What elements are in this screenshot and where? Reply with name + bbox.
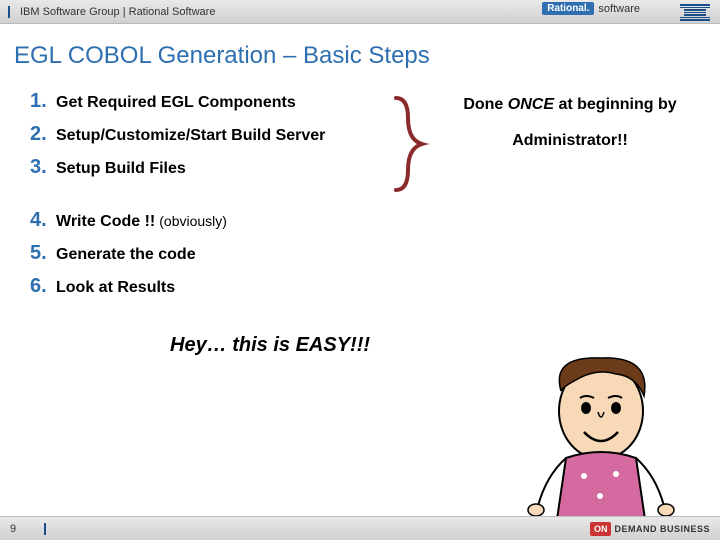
software-label: software [598, 3, 640, 15]
footer-tick-icon [44, 523, 46, 535]
step-item: Setup Build Files [30, 156, 720, 179]
rational-badge: Rational. software [542, 2, 640, 15]
content-area: Done ONCE at beginning by Administrator!… [0, 90, 720, 357]
page-title: EGL COBOL Generation – Basic Steps [0, 24, 720, 80]
step-item: Write Code !! (obviously) [30, 209, 720, 232]
footer-bar: 9 ON DEMAND BUSINESS [0, 516, 720, 540]
steps-list-2: Write Code !! (obviously) Generate the c… [30, 209, 720, 298]
on-box-icon: ON [590, 522, 612, 536]
page-number: 9 [10, 523, 16, 535]
header-tick-icon [8, 6, 10, 18]
breadcrumb: IBM Software Group | Rational Software [20, 6, 215, 18]
header-bar: IBM Software Group | Rational Software R… [0, 0, 720, 24]
annotation-line1: Done ONCE at beginning by [430, 96, 710, 114]
demand-label: DEMAND BUSINESS [614, 524, 710, 534]
cartoon-person-icon [516, 346, 686, 536]
ibm-logo-icon [680, 4, 710, 21]
step-item: Generate the code [30, 242, 720, 265]
annotation-block: Done ONCE at beginning by Administrator!… [430, 96, 710, 150]
on-demand-badge: ON DEMAND BUSINESS [590, 522, 710, 536]
step-item: Look at Results [30, 275, 720, 298]
annotation-line2: Administrator!! [430, 132, 710, 150]
brace-icon [390, 94, 430, 194]
rational-logo: Rational. [542, 2, 594, 15]
